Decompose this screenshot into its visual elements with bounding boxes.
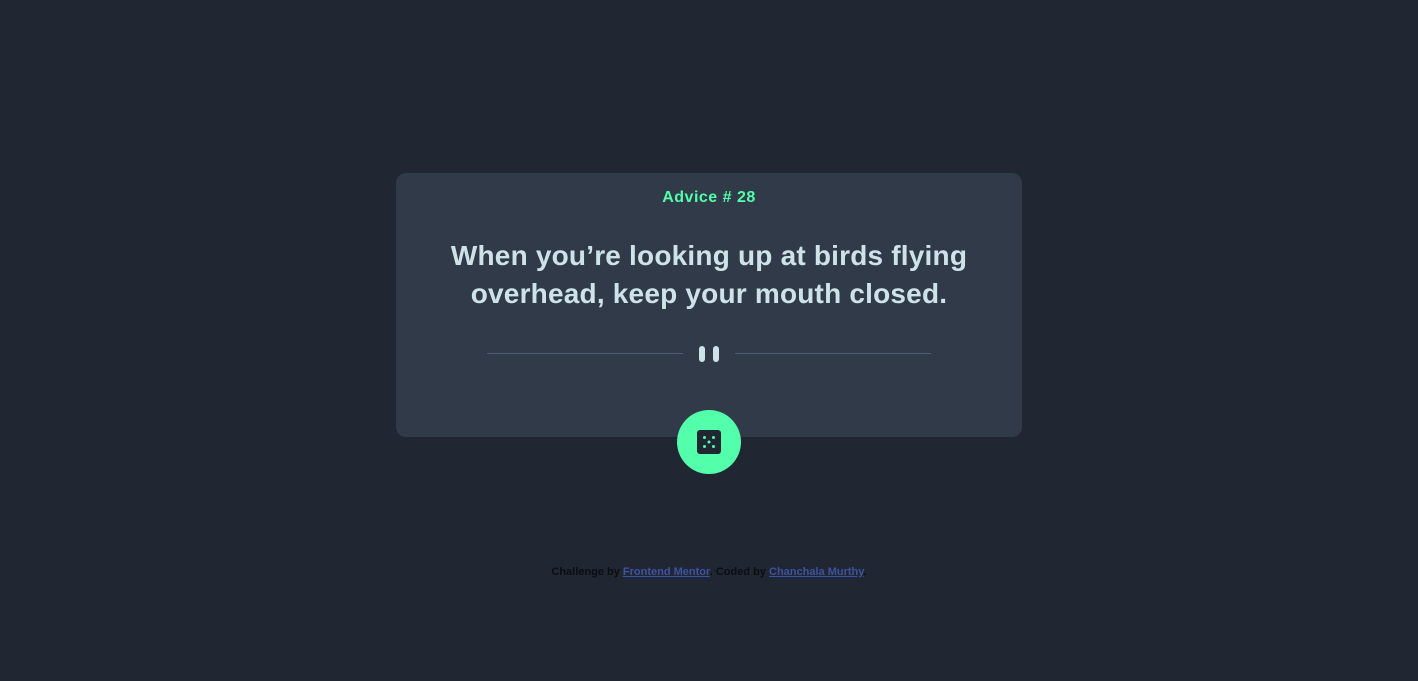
app-root: Advice # 28 When you’re looking up at bi…: [0, 0, 1418, 681]
pattern-divider: [487, 345, 931, 363]
coded-prefix: Coded by: [715, 566, 766, 578]
dice-icon: [697, 430, 721, 454]
divider-line-left: [487, 353, 683, 354]
advice-text: When you’re looking up at birds flying o…: [450, 240, 968, 309]
advice-card: Advice # 28 When you’re looking up at bi…: [396, 173, 1022, 437]
author-link[interactable]: Chanchala Murthy: [769, 566, 864, 578]
new-advice-button[interactable]: [677, 410, 741, 474]
frontend-mentor-link[interactable]: Frontend Mentor: [623, 566, 710, 578]
attribution-footer: Challenge by Frontend Mentor. Coded by C…: [551, 566, 867, 578]
pause-icon: [699, 346, 719, 362]
divider-line-right: [735, 353, 931, 354]
footer-suffix: .: [863, 566, 867, 578]
challenge-prefix: Challenge by: [551, 566, 620, 578]
advice-id-label: Advice # 28: [662, 189, 756, 206]
